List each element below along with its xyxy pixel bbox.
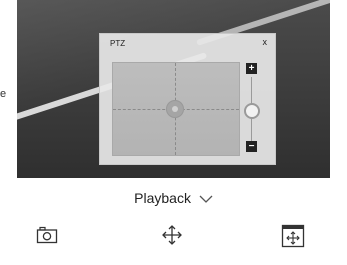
ptz-close-button[interactable]: x	[263, 37, 268, 47]
move-arrows-icon[interactable]	[161, 224, 183, 246]
zoom-out-button[interactable]: −	[246, 141, 257, 152]
chevron-down-icon	[199, 195, 213, 204]
ptz-title: PTZ	[110, 39, 126, 48]
ptz-panel: PTZ x + −	[99, 33, 276, 165]
ptz-direction-pad[interactable]	[112, 62, 240, 156]
playback-dropdown[interactable]: Playback	[0, 190, 347, 206]
playback-label: Playback	[134, 190, 191, 206]
ptz-window-icon[interactable]	[281, 224, 305, 248]
zoom-slider-handle[interactable]	[244, 103, 260, 119]
edge-text: e	[0, 88, 7, 100]
ptz-joystick-knob[interactable]	[166, 100, 184, 118]
video-feed: PTZ x + −	[17, 0, 330, 178]
zoom-in-button[interactable]: +	[246, 63, 257, 74]
camera-icon[interactable]	[36, 226, 58, 244]
